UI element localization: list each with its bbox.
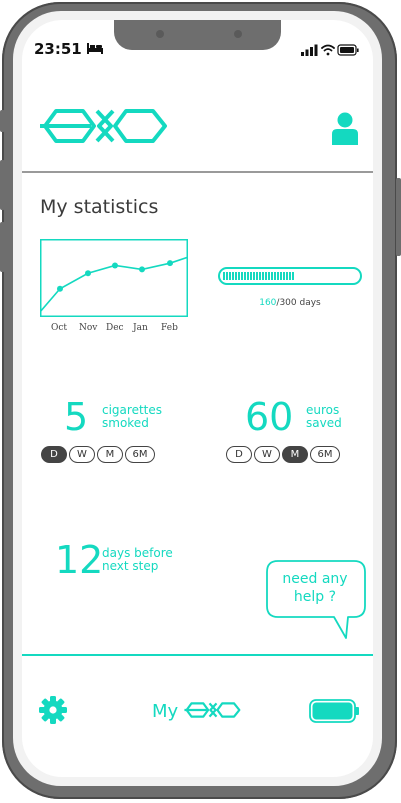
app-screen: 23:51 My statistics Oct Nov Dec Jan Feb … bbox=[22, 20, 373, 777]
cigarettes-period-selector: D W M 6M bbox=[41, 446, 155, 463]
period-6month-button[interactable]: 6M bbox=[125, 446, 155, 463]
x-tick-label: Nov bbox=[79, 323, 98, 333]
euros-label: euros saved bbox=[306, 403, 342, 430]
progress-bar bbox=[218, 267, 362, 285]
help-text[interactable]: need any help ? bbox=[266, 570, 364, 606]
device-battery-icon[interactable] bbox=[309, 699, 361, 723]
volume-up-button bbox=[0, 160, 5, 210]
cigarettes-count: 5 bbox=[64, 395, 89, 439]
status-icons bbox=[301, 42, 359, 61]
bed-icon bbox=[86, 43, 103, 54]
profile-icon[interactable] bbox=[331, 112, 359, 145]
data-point bbox=[85, 270, 91, 277]
volume-down-button bbox=[0, 222, 5, 272]
next-step-label: days before next step bbox=[102, 546, 173, 573]
my-exo-tab[interactable]: My bbox=[152, 701, 242, 722]
period-month-button[interactable]: M bbox=[282, 446, 308, 463]
header-divider bbox=[22, 171, 373, 173]
status-time: 23:51 bbox=[34, 40, 103, 58]
euros-period-selector: D W M 6M bbox=[226, 446, 340, 463]
exo-logo bbox=[40, 109, 167, 143]
nav-divider bbox=[22, 654, 373, 656]
x-tick-label: Oct bbox=[51, 323, 68, 333]
progress-label: 160/300 days bbox=[259, 298, 321, 308]
notch bbox=[114, 20, 281, 50]
my-exo-label: My bbox=[152, 701, 179, 722]
power-button bbox=[396, 178, 401, 256]
signal-icon bbox=[301, 44, 318, 56]
data-point bbox=[57, 285, 63, 292]
progress-fill bbox=[223, 272, 294, 280]
days-before-next-step: 12 bbox=[55, 538, 104, 582]
mute-switch bbox=[0, 110, 5, 132]
x-tick-label: Dec bbox=[106, 323, 124, 333]
cigarette-trend-chart bbox=[40, 239, 188, 317]
battery-icon bbox=[337, 44, 359, 56]
page-title: My statistics bbox=[40, 196, 159, 218]
sensor-dot bbox=[156, 30, 164, 38]
data-point bbox=[167, 260, 173, 267]
period-week-button[interactable]: W bbox=[69, 446, 95, 463]
x-tick-label: Feb bbox=[161, 323, 178, 333]
period-week-button[interactable]: W bbox=[254, 446, 280, 463]
euros-amount: 60 bbox=[245, 395, 294, 439]
data-point bbox=[112, 262, 118, 269]
period-6month-button[interactable]: 6M bbox=[310, 446, 340, 463]
wifi-icon bbox=[321, 44, 335, 56]
period-day-button[interactable]: D bbox=[41, 446, 67, 463]
camera-dot bbox=[234, 30, 242, 38]
x-tick-label: Jan bbox=[133, 323, 148, 333]
exo-logo-small bbox=[184, 702, 241, 718]
period-day-button[interactable]: D bbox=[226, 446, 252, 463]
period-month-button[interactable]: M bbox=[97, 446, 123, 463]
cigarettes-label: cigarettes smoked bbox=[102, 403, 162, 430]
gear-icon[interactable] bbox=[39, 696, 67, 724]
data-point bbox=[139, 266, 145, 273]
